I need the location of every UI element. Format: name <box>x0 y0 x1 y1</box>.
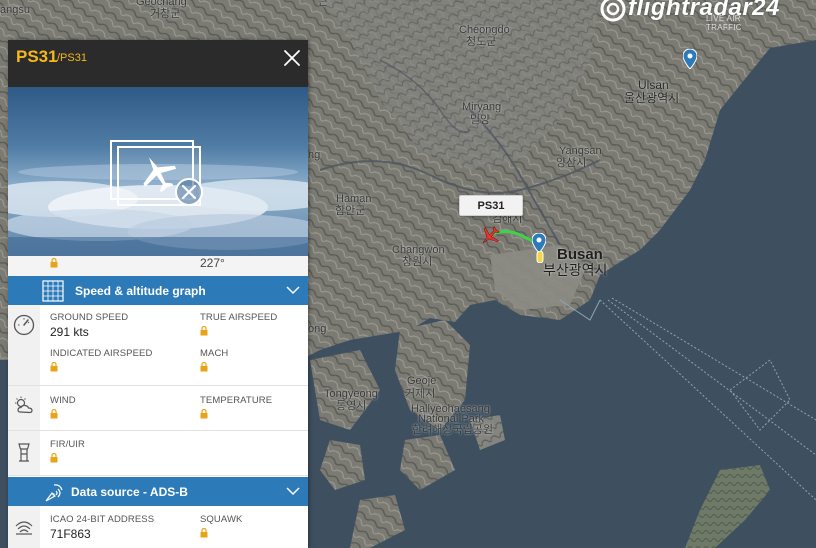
flight-callsign: PS31 <box>16 47 58 66</box>
map-label-geochang: Geochang <box>136 0 187 8</box>
map-label-geochang-kr: 거창군 <box>150 8 181 20</box>
lock-icon <box>200 362 208 372</box>
fir-uir-label: FIR/UIR <box>50 439 86 450</box>
aircraft-icon[interactable] <box>479 225 501 247</box>
lock-icon <box>200 326 208 336</box>
map-label-ulsan-kr: 울산광역시 <box>624 91 680 105</box>
map-label-yangsan-kr: 양산시 <box>556 157 587 169</box>
flightradar24-logo[interactable]: flightradar24 LIVE AIR TRAFFIC <box>598 0 779 32</box>
chevron-down-icon[interactable] <box>286 486 300 496</box>
icao-address-value: 71F863 <box>50 527 91 541</box>
map-label-miryang: Miryang <box>462 101 502 113</box>
wind-label: WIND <box>50 395 76 406</box>
speed-section-title: Speed & altitude graph <box>75 284 206 298</box>
chevron-down-icon[interactable] <box>286 285 300 295</box>
track-row-partial: 227° <box>8 256 308 276</box>
flight-details-panel: PS31 /PS31 227° Speed & altitude graph G… <box>8 40 308 548</box>
flight-label-tag[interactable]: PS31 <box>459 195 523 216</box>
squawk-field: SQUAWK <box>200 514 242 538</box>
panel-header: PS31 /PS31 <box>8 40 308 87</box>
temperature-field: TEMPERATURE <box>200 395 272 419</box>
map-label-haman: Haman <box>336 193 372 205</box>
grid-chart-icon <box>42 280 64 302</box>
map-label-changwon: Changwon <box>392 244 445 256</box>
ground-speed-label: GROUND SPEED <box>50 312 129 323</box>
radar-icon <box>15 521 33 535</box>
map-label-national-park-kr: 한려해상국립공원 <box>412 424 493 436</box>
map-label-sacheon: ng <box>308 149 321 161</box>
map-label-goseong: ong <box>308 323 327 335</box>
map-label-miryang-kr: 밀양 <box>470 114 491 126</box>
no-photo-icon <box>110 140 203 206</box>
wind-field: WIND <box>50 395 76 419</box>
icao-address-field: ICAO 24-BIT ADDRESS 71F863 <box>50 514 154 541</box>
mach-field: MACH <box>200 348 228 372</box>
map-label-gunwi-kr: 근 <box>318 0 329 8</box>
map-label-tongyeong-kr: 통영시 <box>336 400 367 412</box>
logo-subtext: LIVE AIR TRAFFIC <box>706 14 742 32</box>
location-pin-icon[interactable] <box>532 233 546 253</box>
map-label-yangsan: Yangsan <box>559 145 602 157</box>
airport-marker-icon <box>536 251 544 263</box>
lock-icon <box>50 258 58 268</box>
lock-icon <box>50 453 58 463</box>
flight-callsign-sub: /PS31 <box>57 52 87 64</box>
weather-group: WIND TEMPERATURE <box>8 386 308 431</box>
lock-icon <box>50 409 58 419</box>
weather-icon <box>15 396 33 414</box>
speed-group: GROUND SPEED 291 kts TRUE AIRSPEED INDIC… <box>8 305 308 386</box>
map-label-geoje-kr: 거제시 <box>405 388 436 400</box>
lock-icon <box>50 362 58 372</box>
close-icon[interactable] <box>282 48 302 68</box>
lock-icon <box>200 409 208 419</box>
map-label-geoje: Geoje <box>407 375 437 387</box>
map-label-busan: Busan <box>557 246 603 263</box>
fir-group: FIR/UIR <box>8 431 308 476</box>
lock-icon <box>200 528 208 538</box>
map-label-haman-kr: 함안군 <box>335 205 366 217</box>
speed-altitude-graph-bar[interactable]: Speed & altitude graph <box>8 276 308 305</box>
map-label-ulsan: Ulsan <box>638 78 669 92</box>
squawk-label: SQUAWK <box>200 514 243 525</box>
map-label-gangsu: angsu <box>0 4 30 16</box>
map-label-changwon-kr: 창원시 <box>402 256 433 268</box>
indicated-airspeed-label: INDICATED AIRSPEED <box>50 348 153 359</box>
map-label-cheongdo-kr: 청도군 <box>466 36 497 48</box>
speedometer-icon <box>13 314 35 336</box>
location-pin-icon[interactable] <box>683 49 697 69</box>
aircraft-photo-placeholder <box>8 87 308 256</box>
map-label-cheongdo: Cheongdo <box>459 24 510 36</box>
track-value: 227° <box>200 256 225 270</box>
ground-speed-value: 291 kts <box>50 325 89 339</box>
antenna-icon <box>45 484 63 502</box>
indicated-airspeed-field: INDICATED AIRSPEED <box>50 348 152 372</box>
identification-group: ICAO 24-BIT ADDRESS 71F863 SQUAWK <box>8 506 308 548</box>
true-airspeed-label: TRUE AIRSPEED <box>200 312 278 323</box>
true-airspeed-field: TRUE AIRSPEED <box>200 312 277 336</box>
mach-label: MACH <box>200 348 229 359</box>
fir-uir-field: FIR/UIR <box>50 439 85 463</box>
radar-logo-icon <box>600 0 626 22</box>
temperature-label: TEMPERATURE <box>200 395 273 406</box>
data-source-title: Data source - ADS-B <box>71 485 188 499</box>
ground-speed-field: GROUND SPEED 291 kts <box>50 312 128 339</box>
data-source-bar[interactable]: Data source - ADS-B <box>8 477 308 506</box>
control-tower-icon <box>18 443 30 462</box>
icao-address-label: ICAO 24-BIT ADDRESS <box>50 514 155 525</box>
map-label-busan-kr: 부산광역시 <box>543 262 608 278</box>
map-label-tongyeong: Tongyeong <box>324 388 378 400</box>
